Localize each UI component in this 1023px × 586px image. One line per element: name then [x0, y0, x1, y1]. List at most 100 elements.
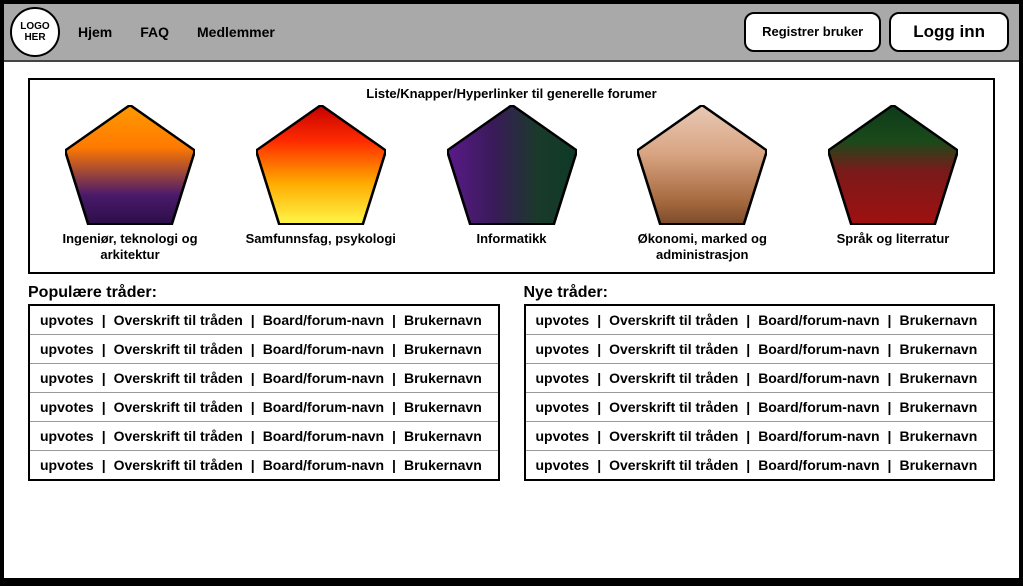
- thread-field: Board/forum-navn: [263, 341, 384, 357]
- logo[interactable]: LOGO HER: [10, 7, 60, 57]
- separator: |: [744, 428, 752, 444]
- thread-field: Brukernavn: [899, 312, 977, 328]
- thread-field: Board/forum-navn: [263, 312, 384, 328]
- forum-label: Samfunnsfag, psykologi: [246, 231, 396, 247]
- separator: |: [390, 457, 398, 473]
- header-buttons: Registrer bruker Logg inn: [744, 12, 1009, 52]
- forums-title: Liste/Knapper/Hyperlinker til generelle …: [40, 86, 983, 101]
- separator: |: [886, 399, 894, 415]
- forum-label: Ingeniør, teknologi og arkitektur: [40, 231, 220, 262]
- forum-icon: [828, 105, 958, 225]
- forum-item[interactable]: Samfunnsfag, psykologi: [231, 105, 411, 262]
- thread-row[interactable]: upvotes | Overskrift til tråden | Board/foru…: [526, 306, 994, 334]
- separator: |: [100, 341, 108, 357]
- separator: |: [595, 341, 603, 357]
- thread-field: upvotes: [40, 457, 94, 473]
- thread-field: Board/forum-navn: [758, 428, 879, 444]
- thread-row[interactable]: upvotes|Overskrift til tråden|Board/foru…: [30, 306, 498, 334]
- nav-faq[interactable]: FAQ: [140, 24, 169, 40]
- thread-row[interactable]: upvotes | Overskrift til tråden | Board/foru…: [526, 392, 994, 421]
- separator: |: [886, 370, 894, 386]
- separator: |: [100, 457, 108, 473]
- thread-row[interactable]: upvotes|Overskrift til tråden|Board/foru…: [526, 363, 994, 392]
- thread-field: upvotes: [40, 341, 94, 357]
- thread-field: upvotes: [536, 457, 590, 473]
- thread-field: upvotes: [536, 312, 590, 328]
- forum-label: Økonomi, marked og administrasjon: [612, 231, 792, 262]
- thread-field: Board/forum-navn: [758, 312, 879, 328]
- thread-field: upvotes: [536, 341, 590, 357]
- thread-field: Board/forum-navn: [758, 341, 879, 357]
- separator: |: [390, 341, 398, 357]
- thread-row[interactable]: upvotes|Overskrift til tråden|Board/foru…: [30, 363, 498, 392]
- forums-box: Liste/Knapper/Hyperlinker til generelle …: [28, 78, 995, 274]
- thread-field: Overskrift til tråden: [609, 312, 738, 328]
- thread-field: Brukernavn: [899, 399, 977, 415]
- thread-field: Overskrift til tråden: [609, 341, 738, 357]
- separator: |: [595, 457, 603, 473]
- new-threads-title: Nye tråder:: [524, 284, 996, 302]
- forum-icon: [447, 105, 577, 225]
- separator: |: [886, 341, 894, 357]
- new-threads-box: upvotes | Overskrift til tråden | Board/foru…: [524, 304, 996, 481]
- separator: |: [249, 428, 257, 444]
- separator: |: [886, 312, 894, 328]
- thread-field: upvotes: [536, 399, 590, 415]
- nav-medlemmer[interactable]: Medlemmer: [197, 24, 275, 40]
- thread-field: Overskrift til tråden: [114, 341, 243, 357]
- thread-row[interactable]: upvotes|Overskrift til tråden|Board/foru…: [30, 421, 498, 450]
- separator: |: [249, 457, 257, 473]
- separator: |: [249, 341, 257, 357]
- popular-threads: Populære tråder: upvotes | Overskrift til …: [28, 284, 500, 481]
- forum-icon: [637, 105, 767, 225]
- separator: |: [595, 399, 603, 415]
- thread-row[interactable]: upvotes | Overskrift til tråden | Board/foru…: [30, 334, 498, 363]
- forum-item[interactable]: Økonomi, marked og administrasjon: [612, 105, 792, 262]
- new-threads: Nye tråder: upvotes | Overskrift til tråde…: [524, 284, 996, 481]
- thread-row[interactable]: upvotes|Overskrift til tråden|Board/foru…: [30, 392, 498, 421]
- thread-row[interactable]: upvotes|Overskrift til tråden|Board/foru…: [526, 421, 994, 450]
- thread-field: Overskrift til tråden: [114, 428, 243, 444]
- thread-field: Board/forum-navn: [758, 457, 879, 473]
- separator: |: [744, 399, 752, 415]
- separator: |: [100, 399, 108, 415]
- thread-field: Brukernavn: [404, 370, 482, 386]
- popular-threads-title: Populære tråder:: [28, 284, 500, 302]
- nav-hjem[interactable]: Hjem: [78, 24, 112, 40]
- thread-field: upvotes: [40, 370, 94, 386]
- thread-field: Overskrift til tråden: [609, 457, 738, 473]
- thread-field: Brukernavn: [404, 341, 482, 357]
- thread-field: upvotes: [536, 370, 590, 386]
- separator: |: [595, 312, 603, 328]
- thread-field: Brukernavn: [899, 341, 977, 357]
- separator: |: [744, 370, 752, 386]
- thread-field: Brukernavn: [404, 457, 482, 473]
- thread-field: Board/forum-navn: [263, 370, 384, 386]
- thread-field: Board/forum-navn: [758, 399, 879, 415]
- thread-row[interactable]: upvotes|Overskrift til tråden|Board/foru…: [30, 450, 498, 479]
- forum-label: Informatikk: [476, 231, 546, 247]
- thread-row[interactable]: upvotes|Overskrift til tråden|Board/foru…: [526, 450, 994, 479]
- register-button[interactable]: Registrer bruker: [744, 12, 881, 52]
- forum-item[interactable]: Ingeniør, teknologi og arkitektur: [40, 105, 220, 262]
- thread-field: upvotes: [40, 399, 94, 415]
- thread-field: Brukernavn: [404, 312, 482, 328]
- separator: |: [249, 370, 257, 386]
- thread-field: Overskrift til tråden: [609, 399, 738, 415]
- forum-item[interactable]: Informatikk: [422, 105, 602, 262]
- separator: |: [249, 399, 257, 415]
- login-button[interactable]: Logg inn: [889, 12, 1009, 52]
- separator: |: [390, 370, 398, 386]
- forum-item[interactable]: Språk og literratur: [803, 105, 983, 262]
- forum-icon: [65, 105, 195, 225]
- popular-threads-box: upvotes | Overskrift til tråden | Board/foru…: [28, 304, 500, 481]
- thread-field: Board/forum-navn: [263, 399, 384, 415]
- thread-field: Overskrift til tråden: [609, 370, 738, 386]
- thread-field: Brukernavn: [404, 399, 482, 415]
- separator: |: [886, 428, 894, 444]
- thread-field: Brukernavn: [899, 457, 977, 473]
- separator: |: [249, 312, 257, 328]
- forums-list: Ingeniør, teknologi og arkitektur Samfunn…: [40, 105, 983, 262]
- separator: |: [744, 312, 752, 328]
- thread-row[interactable]: upvotes | Overskrift til tråden | Board/foru…: [526, 334, 994, 363]
